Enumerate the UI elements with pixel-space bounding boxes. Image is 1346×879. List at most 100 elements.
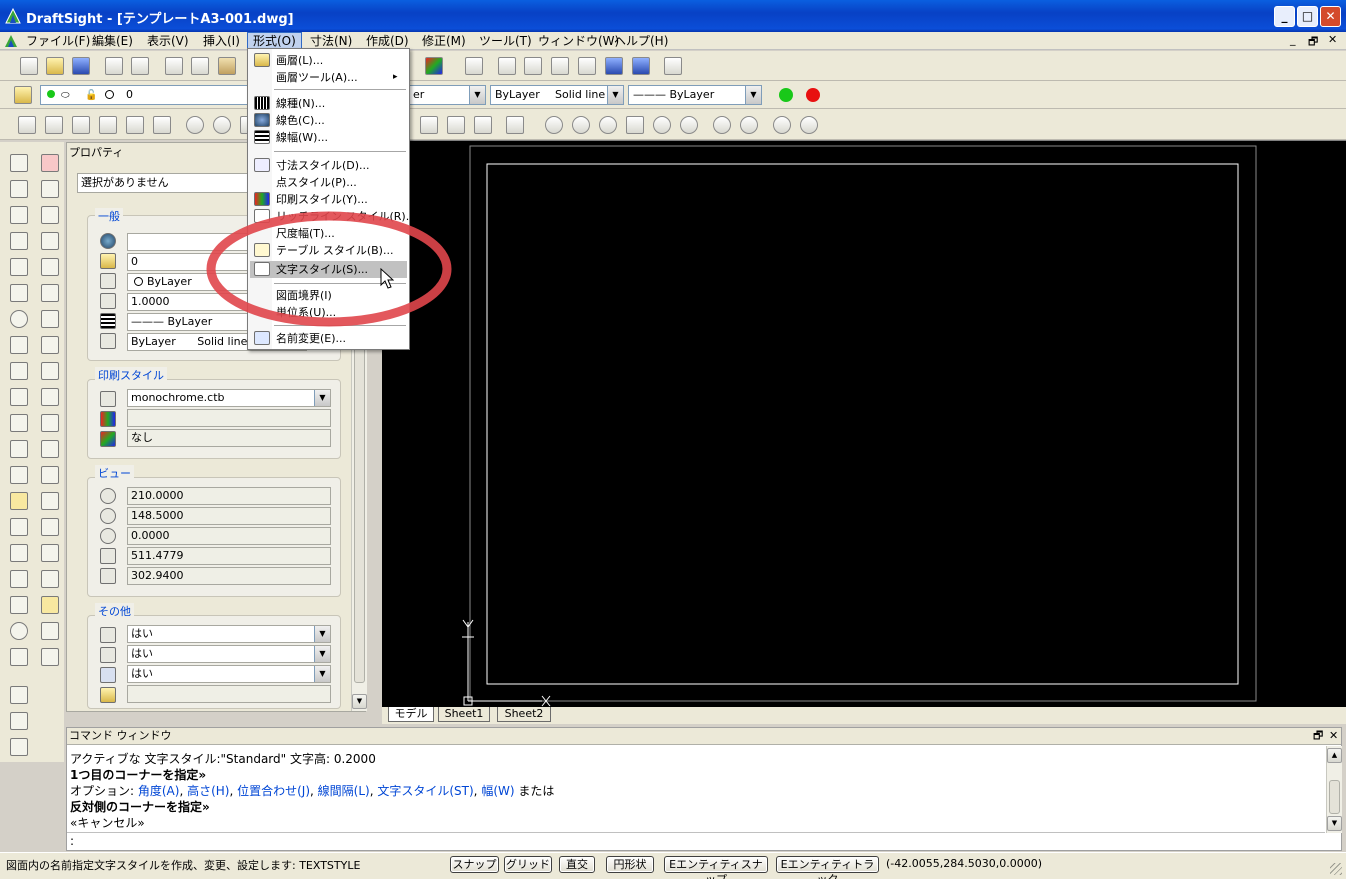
match-icon[interactable]	[41, 622, 59, 640]
new-file-icon[interactable]	[20, 57, 38, 75]
boundary-icon[interactable]	[10, 596, 28, 614]
selection-combo[interactable]: 選択がありません	[77, 173, 257, 193]
donut-icon[interactable]	[10, 622, 28, 640]
save-icon[interactable]	[72, 57, 90, 75]
trim-icon[interactable]	[41, 388, 59, 406]
menu-item-linetype[interactable]: 線種(N)...	[250, 95, 407, 112]
chevron-down-icon[interactable]: ▼	[314, 390, 330, 406]
print-none-field[interactable]: なし	[127, 429, 331, 447]
snap-endpoint-icon[interactable]	[18, 116, 36, 134]
view-right-icon[interactable]	[551, 57, 569, 75]
option-height[interactable]: 高さ(H)	[187, 784, 229, 798]
color-linestyle-combo[interactable]: ByLayer Solid line ▼	[490, 85, 624, 105]
zoom-in-icon[interactable]	[713, 116, 731, 134]
menu-edit[interactable]: 編集(E)	[87, 32, 138, 50]
scroll-down-button[interactable]: ▼	[352, 694, 367, 709]
ucs-viewport-combo[interactable]: はい ▼	[127, 665, 331, 683]
ucs-name-field[interactable]	[127, 685, 331, 703]
view-center-z[interactable]: 0.0000	[127, 527, 331, 545]
view-iso-icon[interactable]	[605, 57, 623, 75]
eraser-icon[interactable]	[41, 154, 59, 172]
break-icon[interactable]	[41, 518, 59, 536]
minimize-button[interactable]: _	[1274, 6, 1295, 27]
zoom-window-icon[interactable]	[626, 116, 644, 134]
ellipse-icon[interactable]	[10, 336, 28, 354]
snap-button[interactable]: スナップ	[450, 856, 499, 873]
command-scroll-down-button[interactable]: ▼	[1327, 816, 1342, 831]
cloud-icon[interactable]	[10, 648, 28, 666]
menu-tools[interactable]: ツール(T)	[474, 32, 537, 50]
polar-button[interactable]: 円形状	[606, 856, 654, 873]
option-width[interactable]: 幅(W)	[481, 784, 514, 798]
rectangle-icon[interactable]	[10, 232, 28, 250]
menu-item-point-style[interactable]: 点スタイル(P)...	[250, 174, 407, 191]
menu-item-layer[interactable]: 画層(L)...	[250, 52, 407, 69]
curve-icon[interactable]	[10, 414, 28, 432]
maximize-button[interactable]: □	[1297, 6, 1318, 27]
paste-icon[interactable]	[218, 57, 236, 75]
zoom-all-icon[interactable]	[773, 116, 791, 134]
menu-modify[interactable]: 修正(M)	[417, 32, 471, 50]
command-scroll-thumb[interactable]	[1329, 780, 1340, 814]
extend-icon[interactable]	[41, 414, 59, 432]
menu-item-dimension-style[interactable]: 寸法スタイル(D)...	[250, 157, 407, 174]
snap-perpendicular-icon[interactable]	[213, 116, 231, 134]
text-style-icon[interactable]	[10, 738, 28, 756]
simple-note-icon[interactable]	[10, 544, 28, 562]
ucs-icon-on-combo[interactable]: はい ▼	[127, 625, 331, 643]
view-width[interactable]: 511.4779	[127, 547, 331, 565]
polygon-icon[interactable]	[10, 206, 28, 224]
open-file-icon[interactable]	[46, 57, 64, 75]
snap-center-icon[interactable]	[72, 116, 90, 134]
polyline-icon[interactable]	[10, 284, 28, 302]
view-center-y[interactable]: 148.5000	[127, 507, 331, 525]
circle-icon[interactable]	[10, 310, 28, 328]
snap-nearest-icon[interactable]	[153, 116, 171, 134]
menu-file[interactable]: ファイル(F)	[21, 32, 95, 50]
edit-hatch-icon[interactable]	[41, 570, 59, 588]
menu-item-lineweight[interactable]: 線幅(W)...	[250, 129, 407, 146]
command-input[interactable]: :	[70, 834, 74, 848]
menu-insert[interactable]: 挿入(I)	[198, 32, 245, 50]
snap-midpoint-icon[interactable]	[45, 116, 63, 134]
option-justify[interactable]: 位置合わせ(J)	[237, 784, 310, 798]
command-close-icon[interactable]: ✕	[1329, 728, 1338, 744]
chevron-down-icon[interactable]: ▼	[607, 86, 623, 104]
scale-icon[interactable]	[41, 336, 59, 354]
chevron-down-icon[interactable]: ▼	[314, 626, 330, 642]
option-line-spacing[interactable]: 線間隔(L)	[318, 784, 370, 798]
explode-icon[interactable]	[41, 544, 59, 562]
chevron-down-icon[interactable]: ▼	[469, 86, 485, 104]
doc-close-button[interactable]: ✕	[1328, 33, 1337, 46]
print-style-combo[interactable]	[127, 409, 331, 427]
zoom-object-icon[interactable]	[680, 116, 698, 134]
copy-entity-icon[interactable]	[41, 180, 59, 198]
pencil-icon[interactable]	[465, 57, 483, 75]
region-icon[interactable]	[10, 570, 28, 588]
view-iso2-icon[interactable]	[632, 57, 650, 75]
command-scroll-up-button[interactable]: ▲	[1327, 748, 1342, 763]
zoom-center-icon[interactable]	[653, 116, 671, 134]
layer-manager-icon[interactable]	[14, 86, 32, 104]
entity-track-button[interactable]: Eエンティティトラック	[776, 856, 879, 879]
chamfer-icon[interactable]	[41, 466, 59, 484]
copy-icon[interactable]	[191, 57, 209, 75]
print-table-combo[interactable]: monochrome.ctb ▼	[127, 389, 331, 407]
layer-state-icon[interactable]	[420, 116, 438, 134]
doc-minimize-button[interactable]: _	[1290, 33, 1296, 46]
green-status-icon[interactable]	[779, 88, 793, 102]
view-height[interactable]: 302.9400	[127, 567, 331, 585]
print-preview-icon[interactable]	[131, 57, 149, 75]
offset-icon[interactable]	[41, 232, 59, 250]
tab-model[interactable]: モデル	[388, 707, 434, 722]
zoom-scale-icon[interactable]	[599, 116, 617, 134]
zoom-realtime-icon[interactable]	[545, 116, 563, 134]
option-text-style[interactable]: 文字スタイル(ST)	[377, 784, 473, 798]
infinite-line-icon[interactable]	[10, 180, 28, 198]
menu-help[interactable]: ヘルプ(H)	[609, 32, 673, 50]
move-icon[interactable]	[41, 310, 59, 328]
pattern-icon[interactable]	[41, 258, 59, 276]
view-center-x[interactable]: 210.0000	[127, 487, 331, 505]
red-status-icon[interactable]	[806, 88, 820, 102]
zoom-out-icon[interactable]	[740, 116, 758, 134]
